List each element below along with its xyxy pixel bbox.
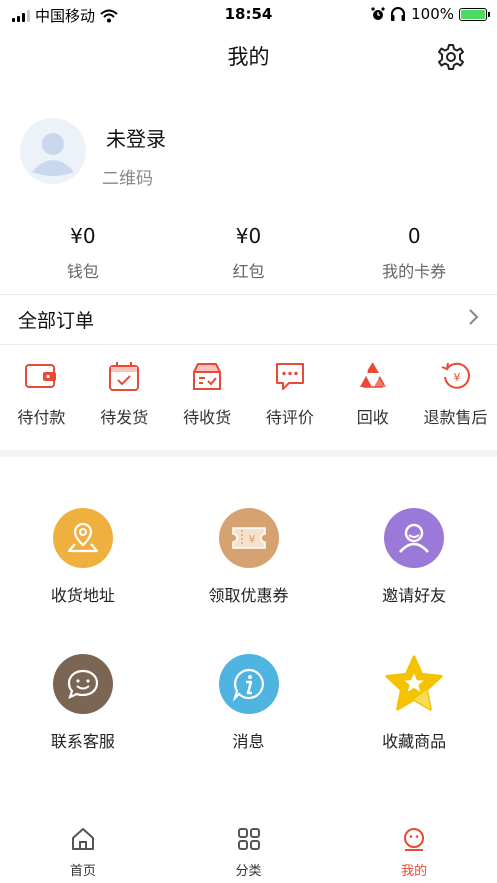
- stat-wallet[interactable]: ¥0 钱包: [0, 222, 166, 286]
- service-label: 联系客服: [50, 732, 115, 751]
- order-pending-receipt[interactable]: 待收货: [166, 360, 249, 434]
- location-pin-icon: [52, 508, 113, 568]
- recycle-icon: [359, 362, 386, 388]
- box-icon: [193, 363, 222, 390]
- status-bar: 中国移动 18:54 100%: [0, 0, 497, 28]
- qr-code-link[interactable]: 二维码: [102, 164, 153, 189]
- stat-coupons[interactable]: 0 我的卡券: [331, 222, 497, 286]
- header: 我的: [0, 28, 497, 84]
- alarm-icon: [371, 7, 385, 20]
- home-icon: [71, 828, 94, 850]
- tab-label: 我的: [401, 864, 428, 879]
- headphones-icon: [391, 7, 406, 21]
- stat-label: 红包: [232, 262, 265, 281]
- service-invite-friends[interactable]: 邀请好友: [331, 508, 497, 654]
- info-icon: [218, 654, 279, 714]
- section-separator: [0, 450, 497, 457]
- tab-mine[interactable]: 我的: [331, 826, 497, 883]
- services-grid: 收货地址 ¥ 领取优惠券 邀请好友 联系客服 消息 收藏商品: [0, 508, 497, 800]
- order-label: 回收: [356, 408, 389, 427]
- divider: [0, 294, 497, 295]
- tab-bar: 首页 分类 我的: [0, 826, 497, 883]
- service-label: 收藏商品: [382, 732, 447, 751]
- service-shipping-address[interactable]: 收货地址: [0, 508, 166, 654]
- stat-value: ¥0: [70, 224, 96, 248]
- order-label: 退款售后: [423, 408, 488, 427]
- service-label: 邀请好友: [382, 586, 447, 605]
- order-label: 待收货: [183, 408, 232, 427]
- tab-category[interactable]: 分类: [166, 826, 332, 883]
- gear-icon: [438, 44, 464, 70]
- smile-bubble-icon: [52, 654, 113, 714]
- smile-face-icon: [404, 828, 425, 851]
- stats-row: ¥0 钱包 ¥0 红包 0 我的卡券: [0, 222, 497, 286]
- service-messages[interactable]: 消息: [166, 654, 332, 800]
- chat-bubble-icon: [275, 363, 304, 390]
- avatar[interactable]: [20, 118, 86, 184]
- service-customer-service[interactable]: 联系客服: [0, 654, 166, 800]
- order-pending-payment[interactable]: 待付款: [0, 360, 83, 434]
- profile-section[interactable]: 未登录 二维码: [20, 118, 480, 189]
- tab-label: 分类: [235, 864, 262, 879]
- battery-icon: [459, 7, 490, 21]
- stat-label: 我的卡券: [382, 262, 447, 281]
- user-icon: [384, 508, 445, 568]
- tab-home[interactable]: 首页: [0, 826, 166, 883]
- tab-label: 首页: [69, 864, 96, 879]
- service-label: 消息: [232, 732, 265, 751]
- page-title: 我的: [227, 45, 270, 69]
- order-recycle[interactable]: 回收: [331, 360, 414, 434]
- star-icon: [384, 654, 444, 714]
- svg-text:¥: ¥: [453, 371, 460, 384]
- order-pending-review[interactable]: 待评价: [248, 360, 331, 434]
- divider: [0, 344, 497, 345]
- all-orders-row[interactable]: 全部订单: [0, 300, 497, 340]
- status-right: 100%: [371, 5, 490, 23]
- default-avatar-icon: [32, 133, 74, 176]
- svg-text:¥: ¥: [248, 533, 255, 546]
- stat-value: ¥0: [235, 224, 262, 248]
- battery-percent: 100%: [411, 5, 454, 23]
- stat-red-packet[interactable]: ¥0 红包: [166, 222, 332, 286]
- service-get-coupons[interactable]: ¥ 领取优惠券: [166, 508, 332, 654]
- all-orders-title: 全部订单: [18, 310, 95, 332]
- stat-label: 钱包: [66, 262, 99, 281]
- order-label: 待评价: [265, 408, 314, 427]
- service-favorites[interactable]: 收藏商品: [331, 654, 497, 800]
- refund-icon: ¥: [441, 362, 470, 389]
- order-refund[interactable]: ¥ 退款售后: [414, 360, 497, 434]
- service-label: 领取优惠券: [208, 586, 289, 605]
- service-label: 收货地址: [50, 586, 115, 605]
- chevron-right-icon: [469, 309, 479, 325]
- grid-icon: [237, 828, 260, 850]
- order-pending-shipment[interactable]: 待发货: [83, 360, 166, 434]
- coupon-icon: ¥: [218, 508, 279, 568]
- calendar-check-icon: [109, 362, 140, 391]
- username[interactable]: 未登录: [106, 123, 166, 152]
- settings-button[interactable]: [437, 43, 465, 71]
- order-label: 待发货: [100, 408, 149, 427]
- order-status-row: 待付款 待发货 待收货 待评价 回收 ¥ 退款售后: [0, 360, 497, 434]
- order-label: 待付款: [17, 408, 66, 427]
- wallet-icon: [25, 364, 57, 388]
- stat-value: 0: [407, 224, 421, 248]
